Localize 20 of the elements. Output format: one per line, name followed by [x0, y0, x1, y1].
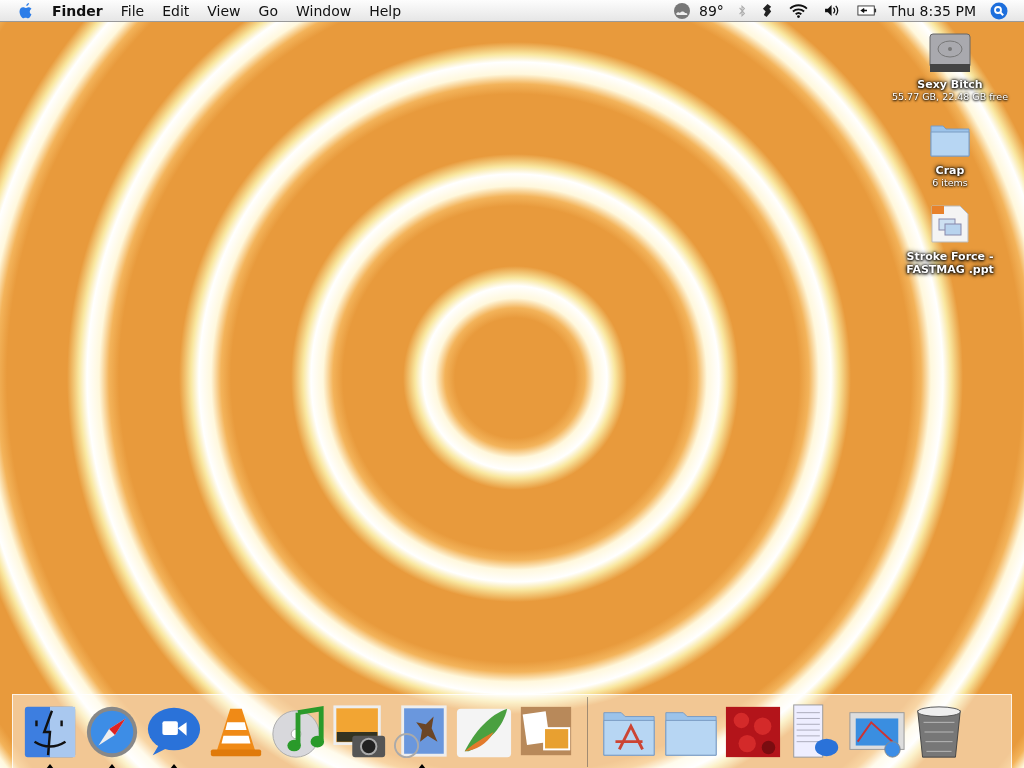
- menu-item[interactable]: File: [120, 2, 145, 19]
- menu-item[interactable]: Go: [258, 2, 278, 19]
- desktop-icon-info: 55.77 GB, 22.48 GB free: [892, 91, 1008, 102]
- presentation-file-icon[interactable]: [928, 202, 972, 246]
- menu-item[interactable]: Window: [295, 2, 352, 19]
- script-icon[interactable]: [761, 3, 773, 18]
- menu-item[interactable]: View: [207, 2, 241, 19]
- temperature-text: 89°: [699, 2, 724, 19]
- clock-text[interactable]: Thu 8:35 PM: [888, 2, 976, 19]
- menu-item[interactable]: Help: [369, 2, 402, 19]
- volume-icon[interactable]: [823, 4, 841, 17]
- battery-icon[interactable]: [856, 5, 877, 16]
- desktop-icon-info: 6 items: [932, 177, 968, 188]
- wifi-icon[interactable]: [788, 3, 808, 18]
- weather-icon[interactable]: [673, 1, 691, 20]
- menu-item[interactable]: Edit: [162, 2, 190, 19]
- app-menu[interactable]: Finder: [52, 2, 103, 19]
- apple-menu-icon[interactable]: [18, 1, 34, 20]
- search-icon[interactable]: [990, 1, 1008, 20]
- hard-drive-icon[interactable]: [928, 30, 972, 74]
